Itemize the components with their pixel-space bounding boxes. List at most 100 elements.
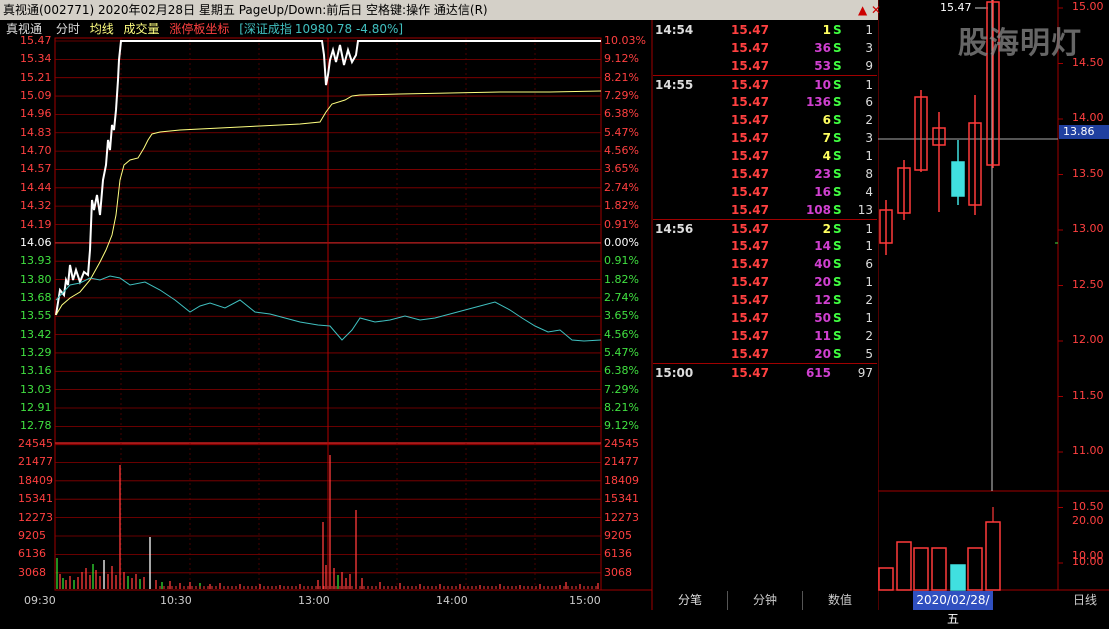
pct-tick-label: 7.29% [604,382,639,396]
trade-side: S [833,203,842,217]
tab-fenzhong[interactable]: 分钟 [728,591,803,610]
trade-row: 15.47 50 S 1 [653,309,877,327]
volume-tick-label: 6136 [18,547,46,561]
trade-row: 15.47 40 S 6 [653,255,877,273]
pct-tick-label: 3.65% [604,309,639,323]
trade-row: 15.47 4 S 1 [653,147,877,165]
time-tick-label: 15:00 [569,594,601,607]
trade-side: S [833,257,842,271]
peak-label: 15.47 [940,1,972,14]
volume-tick-label: 15341 [18,492,53,506]
pct-tick-label: 1.82% [604,199,639,213]
kline-volume-bar [967,547,983,591]
volume-tick-label-right: 12273 [604,510,639,524]
tab-shuzhi[interactable]: 数值 [803,591,877,610]
price-tick-label: 14.83 [20,125,52,139]
trade-vol: 36 [814,41,831,55]
trade-row: 15.47 11 S 2 [653,327,877,345]
trade-side: S [833,222,842,236]
trade-price: 15.47 [731,59,769,73]
pct-tick-label: 6.38% [604,364,639,378]
volume-tick-label-right: 6136 [604,547,632,561]
trade-side: S [833,185,842,199]
volume-tick-label: 3068 [18,565,46,579]
price-tick-label: 15.47 [20,34,52,47]
price-tick-label: 14.96 [20,107,52,121]
trade-vol: 20 [814,347,831,361]
trade-side: S [833,239,842,253]
volume-tick-label-right: 9205 [604,529,632,542]
trade-num: 4 [865,185,873,199]
trade-price: 15.47 [731,167,769,181]
trade-side: S [833,311,842,325]
trade-price: 15.47 [731,329,769,343]
trade-price: 15.47 [731,203,769,217]
kline-price-label: 12.00 [1072,333,1104,346]
trade-vol: 2 [822,222,831,236]
trade-row: 15.47 12 S 2 [653,291,877,309]
pct-tick-label: 3.65% [604,162,639,176]
pct-tick-label: 0.91% [604,254,639,268]
trade-price: 15.47 [731,366,769,380]
trade-side: S [833,113,842,127]
pct-tick-label: 2.74% [604,290,639,304]
trade-price: 15.47 [731,275,769,289]
volume-tick-label: 9205 [18,529,46,542]
time-tick-label: 09:30 [24,594,56,607]
trade-row: 15.47 7 S 3 [653,129,877,147]
volume-tick-label-right: 3068 [604,565,632,579]
trade-row: 14:56 15.47 2 S 1 [653,219,877,238]
price-tick-label: 13.93 [20,254,52,268]
trade-vol: 10 [814,78,831,92]
kline-price-label: 12.50 [1072,277,1104,291]
trade-price: 15.47 [731,95,769,109]
volume-tick-label: 21477 [18,455,53,469]
trade-num: 1 [865,78,873,92]
trade-price: 15.47 [731,41,769,55]
kline-price-label: 15.00 [1072,0,1104,13]
trade-side: S [833,23,842,37]
price-tick-label: 13.03 [20,382,52,396]
intraday-chart[interactable] [0,20,653,610]
trade-vol: 108 [805,203,831,217]
trade-num: 6 [865,257,873,271]
volume-tick-label: 24545 [18,437,53,450]
tab-period[interactable]: 日线 [1062,591,1108,610]
trade-row: 15.47 14 S 1 [653,237,877,255]
trade-price: 15.47 [731,113,769,127]
trade-row: 14:55 15.47 10 S 1 [653,75,877,94]
kline-volume-bar [913,547,929,591]
trade-vol: 50 [814,311,831,325]
volume-tick-label-right: 24545 [604,437,639,450]
trade-side: S [833,167,842,181]
trade-num: 1 [865,311,873,325]
price-tick-label: 12.91 [20,401,52,414]
volume-tick-label-right: 15341 [604,492,639,506]
trade-row: 14:54 15.47 1 S 1 [653,21,877,39]
price-tick-label: 13.42 [20,327,52,341]
time-tick-label: 13:00 [298,594,330,607]
pct-tick-label: 5.47% [604,125,639,139]
price-tick-label: 13.68 [20,290,52,304]
trade-row: 15.47 108 S 13 [653,201,877,219]
tab-fenbi[interactable]: 分笔 [653,591,728,610]
window-title-bar: 真视通(002771) 2020年02月28日 星期五 PageUp/Down:… [0,0,878,20]
price-tick-label: 14.32 [20,199,52,213]
volume-tick-label-right: 18409 [604,473,639,487]
pct-tick-label: 10.03% [604,34,646,47]
price-tick-label: 15.21 [20,70,52,84]
trade-num: 1 [865,239,873,253]
time-tick-label: 10:30 [160,594,192,607]
kline-volume-bar [931,547,947,591]
trade-row: 15.47 53 S 9 [653,57,877,75]
trade-vol: 615 [805,366,831,380]
trade-side: S [833,275,842,289]
kline-price-label: 13.50 [1072,166,1104,180]
trade-price: 15.47 [731,23,769,37]
trade-side: S [833,78,842,92]
pct-tick-label: 6.38% [604,107,639,121]
trade-side: S [833,347,842,361]
trade-time: 14:56 [655,222,694,236]
trade-num: 2 [865,293,873,307]
trade-price: 15.47 [731,347,769,361]
